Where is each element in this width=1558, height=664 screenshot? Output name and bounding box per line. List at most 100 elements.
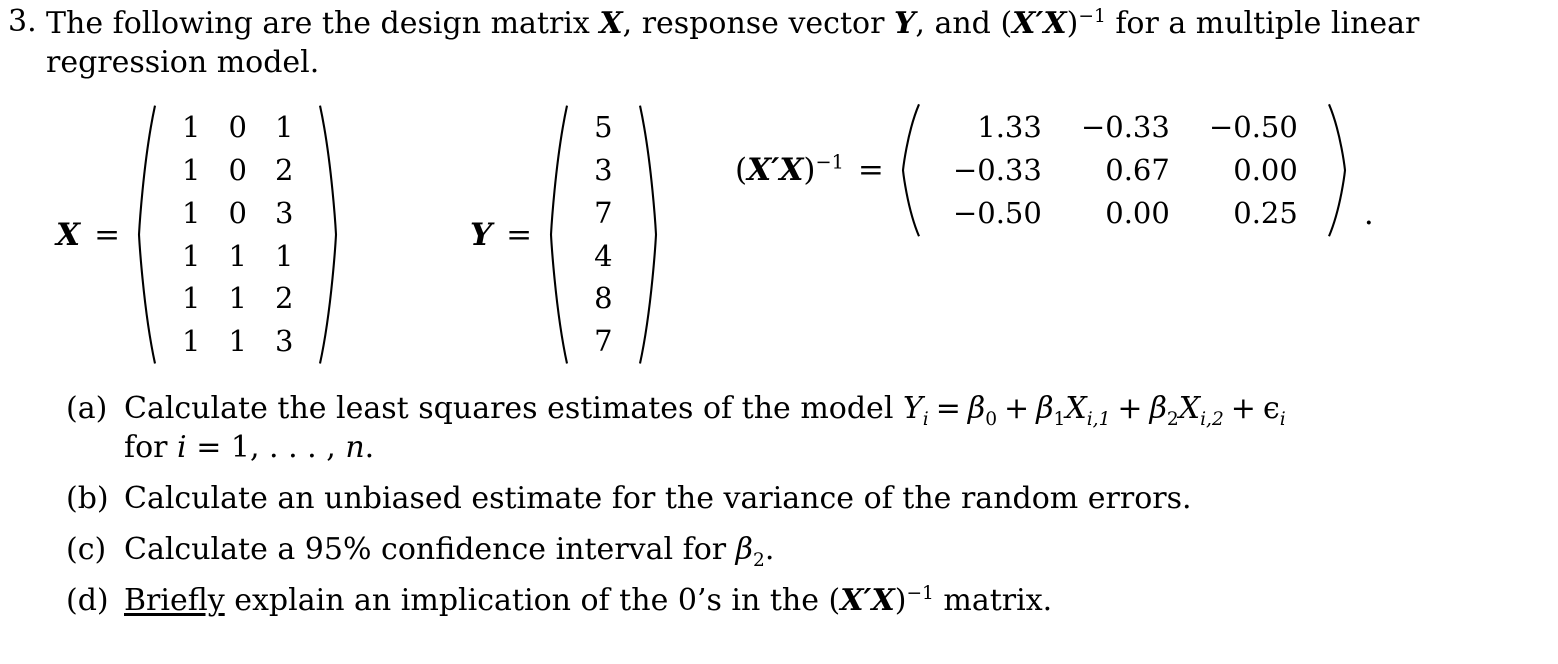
subpart-b-label: (b) — [66, 481, 109, 516]
eq-plus-1: + — [1004, 391, 1030, 426]
subpart-a-line2-pre: for — [124, 430, 178, 465]
exponent-minus-one: −1 — [906, 583, 934, 604]
xtx-inverse-cell-0-1: −0.33 — [1080, 110, 1170, 144]
eq-Y-subscript: i — [922, 409, 929, 430]
eq-Y: Y — [902, 391, 923, 426]
regression-model-equation: Yi = β0 + β1Xi,1 + β2Xi,2 + ϵi — [902, 391, 1286, 429]
subpart-c: (c) Calculate a 95% confidence interval … — [66, 530, 1486, 571]
design-matrix-label: X — [56, 216, 81, 253]
design-matrix-cell-5-0: 1 — [182, 324, 201, 359]
design-matrix-cell-4-0: 1 — [182, 281, 201, 316]
paren-close: ) — [1066, 6, 1079, 41]
right-paren-icon — [319, 103, 339, 366]
right-paren-icon — [639, 103, 659, 366]
paren-close: ) — [894, 583, 907, 618]
design-matrix-cell-5-1: 1 — [228, 324, 247, 359]
paren-open: ( — [735, 152, 748, 189]
xtx-inverse-cell-2-2: 0.25 — [1233, 195, 1298, 230]
subpart-c-text: Calculate a 95% confidence interval for — [124, 532, 736, 567]
subpart-d-label: (d) — [66, 583, 109, 618]
xtx-inverse-cell-0-0: 1.33 — [977, 110, 1042, 144]
variable-X-first: X — [840, 583, 864, 618]
subpart-b: (b) Calculate an unbiased estimate for t… — [66, 479, 1486, 518]
index-range: 1, . . . , — [230, 430, 346, 465]
eq-epsilon: ϵ — [1262, 391, 1280, 426]
eq-beta2-subscript: 2 — [1166, 409, 1179, 430]
design-matrix-cell-1-1: 0 — [228, 152, 247, 187]
design-matrix-cell-3-2: 1 — [274, 238, 294, 273]
subpart-d: (d) Briefly explain an implication of th… — [66, 581, 1486, 620]
subpart-b-body: Calculate an unbiased estimate for the v… — [124, 481, 1192, 516]
design-matrix-cell-1-2: 2 — [274, 152, 294, 187]
subpart-a: (a) Calculate the least squares estimate… — [66, 389, 1486, 467]
design-matrix-grid: 101102103111112113 — [156, 103, 319, 366]
index-equals: = — [186, 430, 231, 465]
design-matrix-cell-4-2: 2 — [274, 281, 294, 316]
design-matrix-values: 101102103111112113 — [136, 103, 339, 366]
eq-X2-subscript: i,2 — [1200, 409, 1224, 430]
design-matrix-equals: = — [94, 216, 121, 253]
design-matrix-cell-2-1: 0 — [228, 195, 247, 230]
response-vector-cell-2-0: 7 — [594, 195, 613, 230]
response-vector-cell-1-0: 3 — [594, 152, 613, 187]
exponent-minus-one: −1 — [815, 150, 844, 174]
variable-Y: Y — [893, 6, 916, 41]
variable-X-second: X — [871, 583, 895, 618]
eq-beta2: β — [1149, 391, 1167, 426]
problem-text-part2: , response vector — [622, 6, 894, 41]
eq-beta0: β — [967, 391, 986, 426]
xtx-inverse-cell-1-1: 0.67 — [1105, 152, 1170, 187]
subpart-d-text-mid: explain an implication of the 0’s in the — [224, 583, 829, 618]
design-matrix-block: X = 101102103111112113 — [56, 103, 339, 366]
subpart-d-text-post: matrix. — [933, 583, 1053, 618]
eq-beta1-subscript: 1 — [1053, 409, 1066, 430]
paren-open: ( — [1000, 6, 1013, 41]
design-matrix-cell-2-0: 1 — [182, 195, 201, 230]
xtx-inverse-label: (X′X)−1 — [735, 152, 844, 188]
design-matrix-cell-5-2: 3 — [274, 324, 294, 359]
xtx-inverse-cell-2-0: −0.50 — [952, 195, 1042, 230]
eq-beta0-subscript: 0 — [985, 409, 998, 430]
eq-plus-2: + — [1117, 391, 1143, 426]
subparts-list: (a) Calculate the least squares estimate… — [66, 389, 1486, 632]
beta-subscript: 2 — [753, 550, 765, 571]
index-n: n — [345, 430, 365, 465]
beta-symbol: β — [735, 532, 754, 567]
response-vector-cell-5-0: 7 — [594, 324, 613, 359]
eq-epsilon-subscript: i — [1279, 409, 1286, 430]
matrix-display-row: X = 101102103111112113 Y = 5 3 7 4 8 7 (… — [0, 103, 1558, 378]
subpart-d-body: Briefly explain an implication of the 0’… — [124, 581, 1486, 620]
design-matrix-cell-2-2: 3 — [274, 195, 294, 230]
subpart-a-text: Calculate the least squares estimates of… — [124, 391, 903, 426]
response-vector-grid: 5 3 7 4 8 7 — [568, 103, 638, 366]
trailing-period: . — [1363, 195, 1374, 232]
eq-X1: X — [1065, 391, 1087, 426]
response-vector-cell-4-0: 8 — [594, 281, 613, 316]
xtx-inverse-values: 1.33 −0.33 −0.50 −0.33 0.67 0.00 −0.50 0.00 0.25 — [900, 103, 1348, 238]
problem-text-part1: The following are the design matrix — [46, 6, 600, 41]
xtx-inverse-cell-0-2: −0.50 — [1208, 110, 1298, 144]
left-paren-icon — [136, 103, 156, 366]
xtx-inverse-expression: (X′X)−1 — [829, 583, 934, 618]
xtx-inverse-expression: (X′X)−1 — [1000, 6, 1105, 41]
xtx-inverse-grid: 1.33 −0.33 −0.50 −0.33 0.67 0.00 −0.50 0.00 0.25 — [920, 103, 1328, 238]
subpart-c-label: (c) — [66, 532, 107, 567]
document-page: 3. The following are the design matrix X… — [0, 0, 1558, 664]
eq-X1-subscript: i,1 — [1086, 409, 1111, 430]
response-vector-values: 5 3 7 4 8 7 — [548, 103, 658, 366]
problem-text: The following are the design matrix X , r… — [46, 4, 1458, 82]
eq-equals: = — [935, 391, 961, 426]
left-paren-icon — [900, 103, 920, 238]
problem-statement: 3. The following are the design matrix X… — [8, 4, 1458, 82]
index-period: . — [364, 430, 375, 465]
variable-X-second: X — [1043, 6, 1067, 41]
left-paren-icon — [548, 103, 568, 366]
response-vector-block: Y = 5 3 7 4 8 7 — [470, 103, 659, 366]
design-matrix-cell-0-2: 1 — [274, 110, 294, 144]
variable-X-second: X — [779, 152, 804, 189]
design-matrix-cell-4-1: 1 — [228, 281, 247, 316]
eq-beta1: β — [1036, 391, 1054, 426]
xtx-inverse-cell-1-2: 0.00 — [1233, 152, 1298, 187]
problem-text-part3: , and — [915, 6, 1001, 41]
design-matrix-cell-0-0: 1 — [182, 110, 201, 144]
